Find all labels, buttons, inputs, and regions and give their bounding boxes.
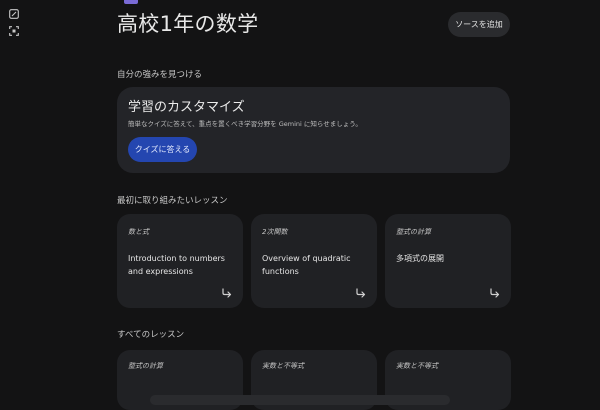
lesson-card[interactable]: 数と式 Introduction to numbers and expressi…: [117, 214, 243, 308]
left-rail: [0, 0, 28, 400]
lesson-category: 数と式: [128, 228, 149, 236]
page-title: 高校1年の数学: [117, 12, 259, 36]
reply-arrow-icon[interactable]: [221, 287, 233, 299]
scan-icon[interactable]: [9, 26, 19, 36]
edit-icon[interactable]: [9, 9, 19, 19]
reply-arrow-icon[interactable]: [489, 287, 501, 299]
lesson-title: 多項式の展開: [396, 254, 444, 263]
customize-card-title: 学習のカスタマイズ: [128, 100, 245, 115]
bottom-input-bar[interactable]: [150, 395, 450, 405]
add-source-button[interactable]: ソースを追加: [448, 12, 510, 37]
lesson-category: 整式の計算: [396, 228, 431, 236]
strengths-section-label: 自分の強みを見つける: [117, 70, 203, 80]
lesson-card[interactable]: 2次関数 Overview of quadratic functions: [251, 214, 377, 308]
lesson-title: Introduction to numbers and expressions: [128, 254, 225, 276]
lesson-category: 実数と不等式: [396, 362, 438, 370]
customize-card-description: 簡単なクイズに答えて、重点を置くべき学習分野を Gemini に知らせましょう。: [128, 120, 362, 128]
lesson-category: 実数と不等式: [262, 362, 304, 370]
lesson-category: 整式の計算: [128, 362, 163, 370]
lesson-card[interactable]: 整式の計算 多項式の展開: [385, 214, 511, 308]
notebook-thumbnail: [124, 0, 138, 4]
customize-learning-card: 学習のカスタマイズ 簡単なクイズに答えて、重点を置くべき学習分野を Gemini…: [117, 87, 510, 173]
all-lessons-section-label: すべてのレッスン: [117, 330, 185, 340]
lesson-title: Overview of quadratic functions: [262, 254, 351, 276]
reply-arrow-icon[interactable]: [355, 287, 367, 299]
take-quiz-button[interactable]: クイズに答える: [128, 137, 197, 162]
lesson-category: 2次関数: [262, 228, 288, 236]
first-lessons-section-label: 最初に取り組みたいレッスン: [117, 196, 228, 206]
